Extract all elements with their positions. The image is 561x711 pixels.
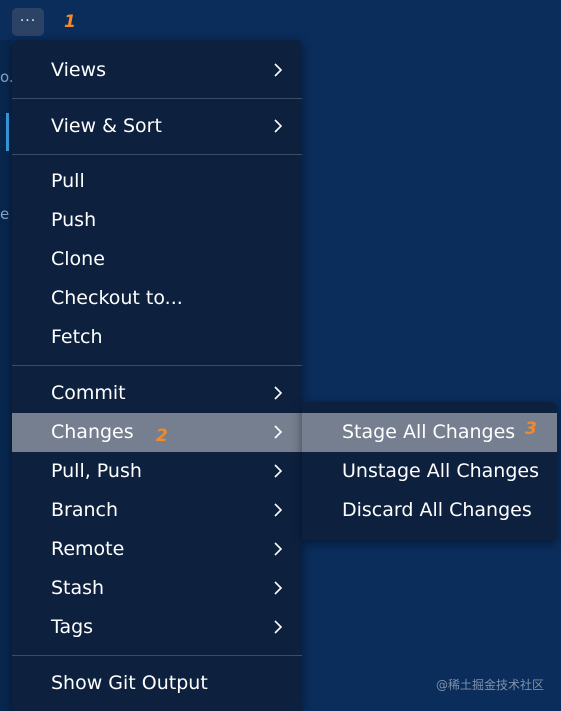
chevron-right-icon (274, 119, 283, 133)
menu-item-remote[interactable]: Remote (12, 530, 302, 569)
menu-item-label: Pull, Push (51, 460, 142, 482)
chevron-right-icon (274, 386, 283, 400)
more-icon: ··· (19, 13, 37, 29)
menu-item-fetch[interactable]: Fetch (12, 318, 302, 357)
menu-item-pull-push[interactable]: Pull, Push (12, 452, 302, 491)
menu-item-clone[interactable]: Clone (12, 240, 302, 279)
annotation-marker-3: 3 (525, 419, 537, 439)
menu-item-commit[interactable]: Commit (12, 374, 302, 413)
chevron-right-icon (274, 542, 283, 556)
menu-item-label: Branch (51, 499, 119, 521)
menu-item-label: Show Git Output (51, 672, 208, 694)
chevron-right-icon (274, 620, 283, 634)
menu-separator (12, 655, 302, 656)
chevron-right-icon (274, 581, 283, 595)
git-more-actions-menu: Views View & Sort Pull Push Clone Checko… (12, 40, 302, 711)
annotation-marker-1: 1 (64, 12, 76, 32)
menu-item-label: Views (51, 59, 106, 81)
menu-item-label: Unstage All Changes (342, 460, 539, 482)
menu-item-label: Clone (51, 248, 105, 270)
chevron-right-icon (274, 464, 283, 478)
menu-item-label: Discard All Changes (342, 499, 532, 521)
changes-submenu: Stage All Changes Unstage All Changes Di… (302, 402, 557, 540)
submenu-item-stage-all[interactable]: Stage All Changes (302, 413, 557, 452)
menu-separator (12, 365, 302, 366)
menu-item-push[interactable]: Push (12, 201, 302, 240)
menu-separator (12, 154, 302, 155)
menu-item-label: View & Sort (51, 115, 162, 137)
submenu-item-discard-all[interactable]: Discard All Changes (302, 491, 557, 530)
menu-item-label: Fetch (51, 326, 103, 348)
submenu-item-unstage-all[interactable]: Unstage All Changes (302, 452, 557, 491)
menu-item-show-git-output[interactable]: Show Git Output (12, 664, 302, 703)
chevron-right-icon (274, 425, 283, 439)
menu-separator (12, 98, 302, 99)
menu-item-branch[interactable]: Branch (12, 491, 302, 530)
side-panel-text-fragment: e (0, 205, 10, 223)
menu-item-tags[interactable]: Tags (12, 608, 302, 647)
chevron-right-icon (274, 63, 283, 77)
menu-item-label: Pull (51, 170, 85, 192)
menu-item-views[interactable]: Views (12, 51, 302, 90)
menu-item-stash[interactable]: Stash (12, 569, 302, 608)
menu-item-label: Changes (51, 421, 134, 443)
watermark: @稀土掘金技术社区 (436, 678, 545, 692)
menu-item-checkout[interactable]: Checkout to... (12, 279, 302, 318)
menu-item-label: Stash (51, 577, 105, 599)
menu-item-pull[interactable]: Pull (12, 162, 302, 201)
more-actions-button[interactable]: ··· (12, 8, 44, 36)
chevron-right-icon (274, 503, 283, 517)
menu-item-view-sort[interactable]: View & Sort (12, 107, 302, 146)
active-indicator (6, 113, 9, 151)
annotation-marker-2: 2 (156, 426, 168, 446)
menu-item-label: Tags (51, 616, 94, 638)
menu-item-label: Commit (51, 382, 126, 404)
menu-item-label: Remote (51, 538, 125, 560)
menu-item-label: Push (51, 209, 97, 231)
menu-item-label: Checkout to... (51, 287, 183, 309)
menu-item-label: Stage All Changes (342, 421, 516, 443)
